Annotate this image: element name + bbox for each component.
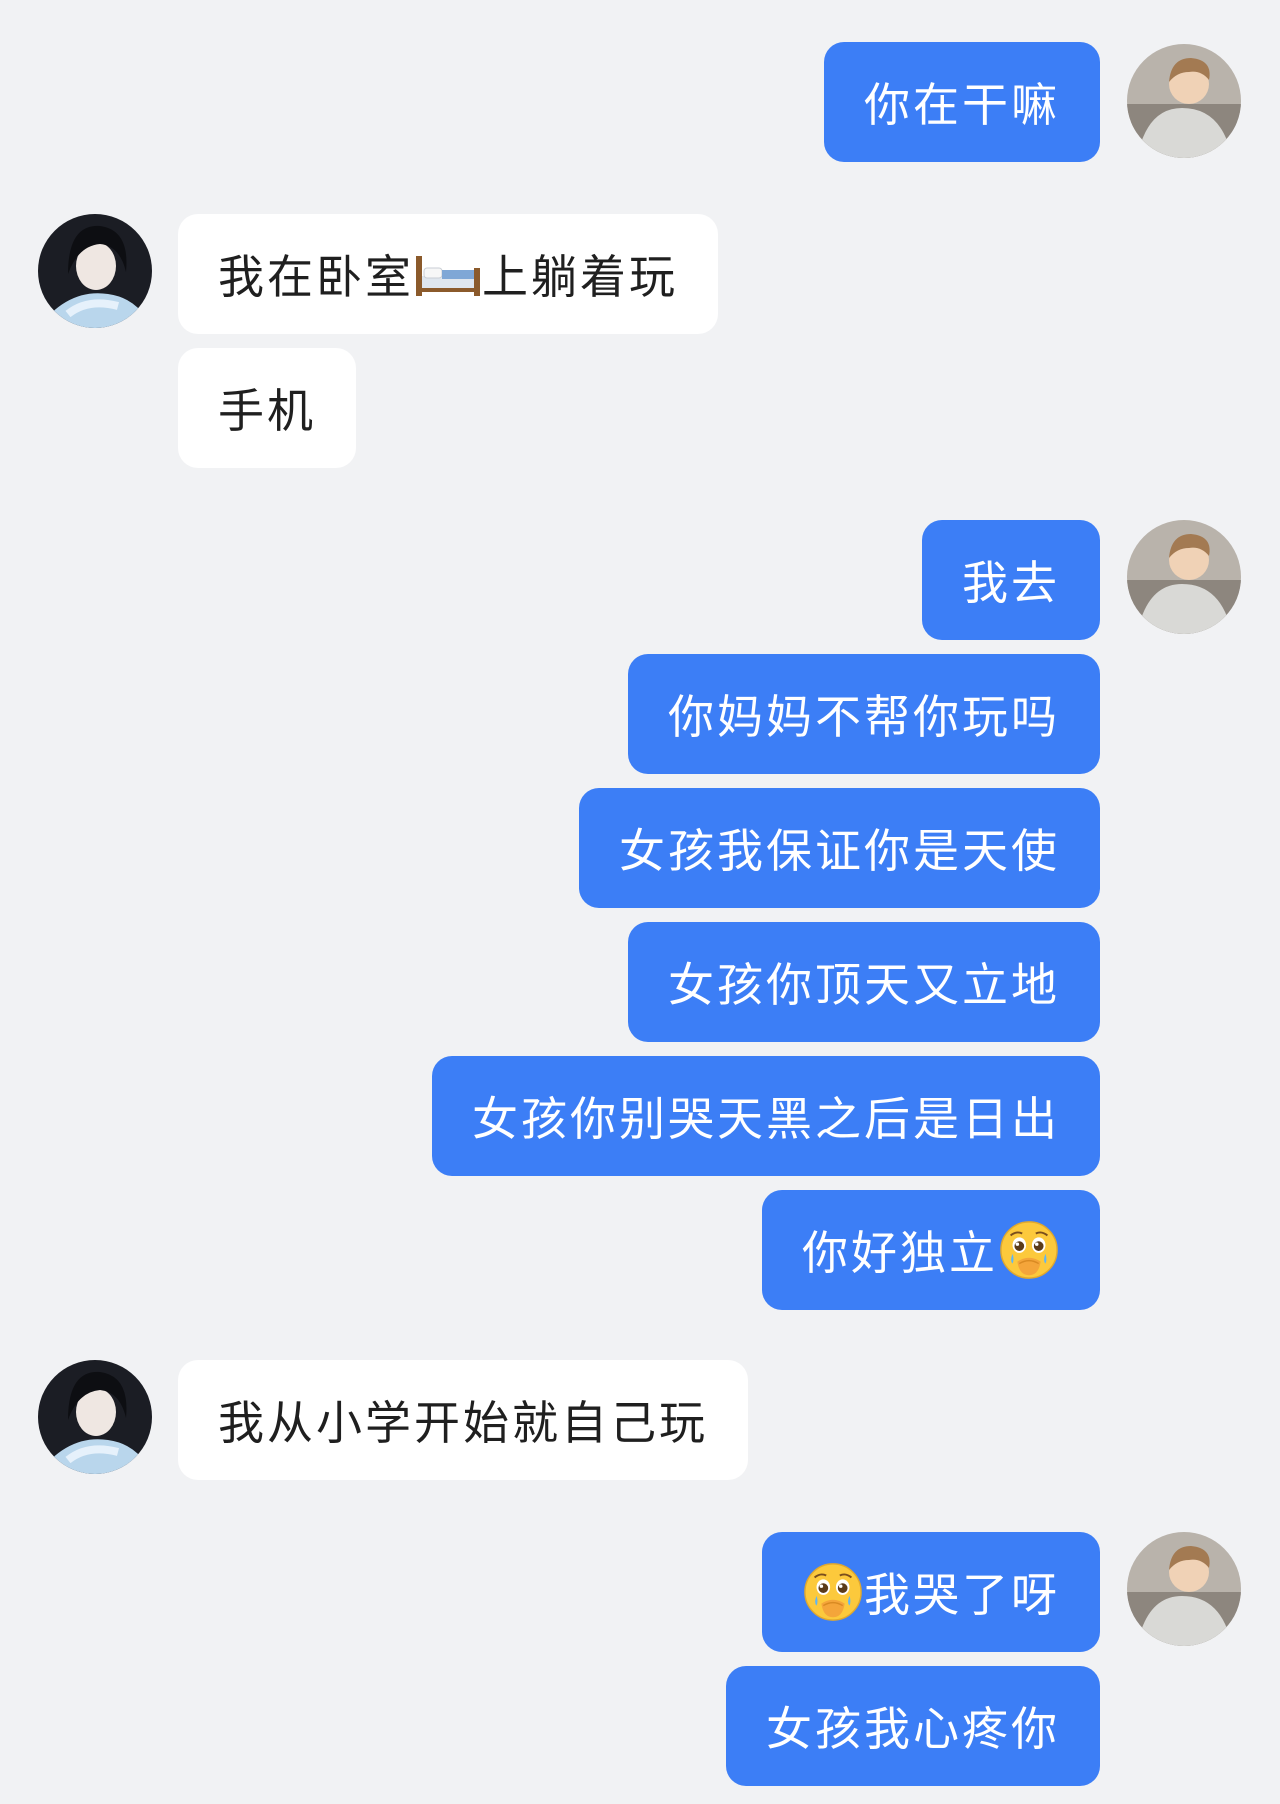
girl-portrait-avatar-icon	[38, 214, 152, 328]
message-bubble-sent[interactable]: 女孩你顶天又立地	[628, 922, 1100, 1042]
boy-portrait-avatar-icon	[1127, 520, 1241, 634]
message-bubble-received[interactable]: 我从小学开始就自己玩	[178, 1360, 748, 1480]
message-bubble-sent[interactable]: 你妈妈不帮你玩吗	[628, 654, 1100, 774]
sender-avatar[interactable]	[1127, 1532, 1241, 1646]
receiver-avatar[interactable]	[38, 214, 152, 328]
message-text: 你妈妈不帮你玩吗	[668, 690, 1060, 744]
message-text: 我哭了呀	[864, 1568, 1060, 1622]
message-text: 我去	[962, 556, 1060, 610]
message-text: 我从小学开始就自己玩	[218, 1396, 708, 1450]
holding-back-tears-face-icon	[999, 1220, 1059, 1280]
message-bubble-received[interactable]: 我在卧室 上躺着玩	[178, 214, 718, 334]
sender-avatar[interactable]	[1127, 520, 1241, 634]
message-text: 你在干嘛	[864, 78, 1060, 132]
message-bubble-sent[interactable]: 你在干嘛	[824, 42, 1100, 162]
message-text: 上躺着玩	[482, 250, 678, 304]
girl-portrait-avatar-icon	[38, 1360, 152, 1474]
chat-thread: 你在干嘛 我在卧室 上躺着玩 手机 我去 你妈妈不帮你玩吗 女孩我保证你是天使 …	[0, 0, 1280, 1804]
boy-portrait-avatar-icon	[1127, 44, 1241, 158]
message-text: 你好独立	[802, 1226, 998, 1280]
message-text: 女孩我保证你是天使	[619, 824, 1060, 878]
message-text: 手机	[218, 384, 316, 438]
message-text: 我在卧室	[218, 250, 414, 304]
message-bubble-sent[interactable]: 女孩你别哭天黑之后是日出	[432, 1056, 1100, 1176]
bed-icon	[416, 256, 480, 296]
message-text: 女孩你别哭天黑之后是日出	[472, 1092, 1060, 1146]
message-text: 女孩我心疼你	[766, 1702, 1060, 1756]
message-text: 女孩你顶天又立地	[668, 958, 1060, 1012]
message-bubble-sent[interactable]: 我哭了呀	[762, 1532, 1100, 1652]
boy-portrait-avatar-icon	[1127, 1532, 1241, 1646]
receiver-avatar[interactable]	[38, 1360, 152, 1474]
holding-back-tears-face-icon	[803, 1562, 863, 1622]
message-bubble-sent[interactable]: 女孩我保证你是天使	[579, 788, 1100, 908]
message-bubble-received[interactable]: 手机	[178, 348, 356, 468]
message-bubble-sent[interactable]: 我去	[922, 520, 1100, 640]
message-bubble-sent[interactable]: 女孩我心疼你	[726, 1666, 1100, 1786]
sender-avatar[interactable]	[1127, 44, 1241, 158]
message-bubble-sent[interactable]: 你好独立	[762, 1190, 1100, 1310]
